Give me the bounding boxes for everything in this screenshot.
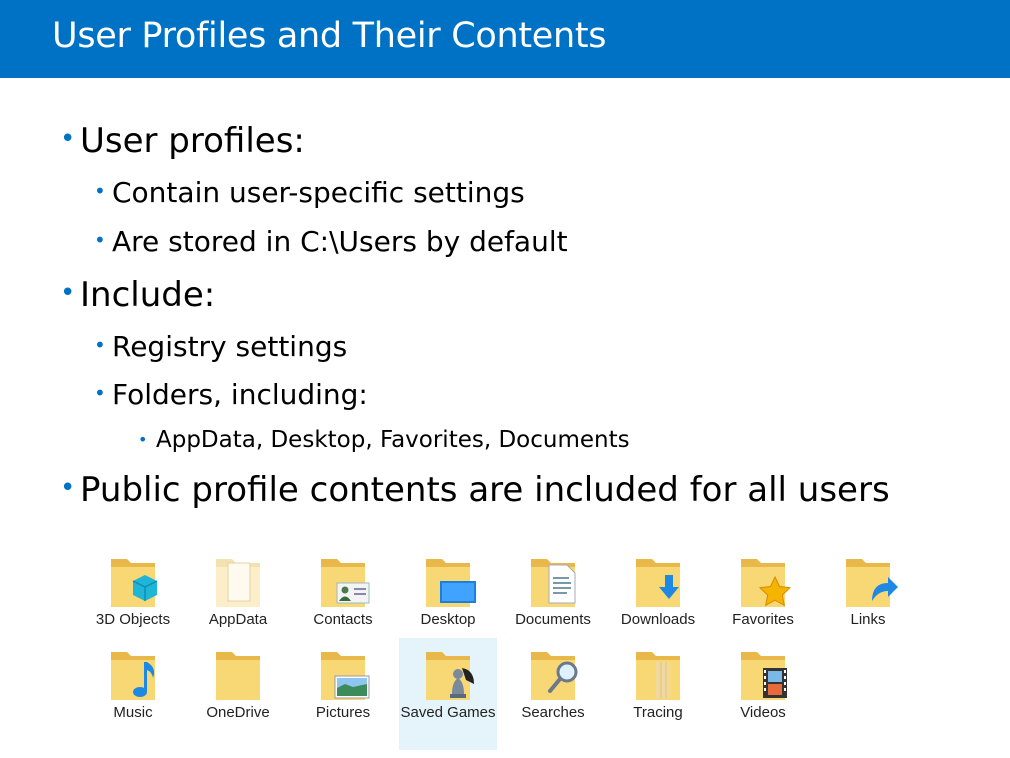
- title-bar: User Profiles and Their Contents: [0, 0, 1010, 78]
- bullet-dot-icon: •: [60, 124, 76, 154]
- bullet-dot-icon: •: [94, 179, 106, 203]
- searches-folder-icon: [531, 652, 578, 700]
- folder-label: OneDrive: [206, 704, 270, 721]
- onedrive-folder-icon: [216, 652, 260, 700]
- folder-label: Links: [850, 611, 886, 628]
- bullet-dot-icon: •: [94, 381, 106, 405]
- saved-games-folder-icon: [426, 652, 474, 700]
- pictures-folder-icon: [321, 652, 370, 700]
- favorites-folder-icon: [741, 559, 792, 607]
- slide-title: User Profiles and Their Contents: [52, 16, 607, 56]
- folder-music[interactable]: Music: [84, 638, 182, 750]
- folder-label: Searches: [521, 704, 585, 721]
- folder-label: 3D Objects: [95, 611, 171, 628]
- bullet-item: • Are stored in C:\Users by default: [94, 225, 568, 258]
- folder-label: Pictures: [315, 704, 371, 721]
- folder-videos[interactable]: Videos: [714, 638, 812, 750]
- bullet-text: AppData, Desktop, Favorites, Documents: [156, 427, 630, 453]
- appdata-folder-icon: [216, 559, 260, 607]
- downloads-folder-icon: [636, 559, 680, 607]
- folder-label: AppData: [208, 611, 268, 628]
- bullet-dot-icon: •: [138, 430, 148, 449]
- folder-label: Documents: [515, 611, 591, 628]
- folder-pictures[interactable]: Pictures: [294, 638, 392, 750]
- folder-label: Downloads: [620, 611, 696, 628]
- bullet-text: Public profile contents are included for…: [80, 470, 890, 510]
- folder-label: Videos: [740, 704, 786, 721]
- bullet-text: Folders, including:: [112, 378, 368, 411]
- bullet-dot-icon: •: [60, 278, 76, 308]
- bullet-item: • Include:: [60, 275, 216, 315]
- music-folder-icon: [111, 652, 155, 700]
- bullet-dot-icon: •: [60, 473, 76, 503]
- folder-links[interactable]: Links: [819, 545, 917, 657]
- bullet-item: • Contain user-specific settings: [94, 176, 525, 209]
- desktop-folder-icon: [426, 559, 476, 607]
- folder-label: Tracing: [633, 704, 683, 721]
- folder-label: Desktop: [420, 611, 476, 628]
- bullet-text: User profiles:: [80, 121, 305, 161]
- videos-folder-icon: [741, 652, 787, 700]
- tracing-folder-icon: [636, 652, 680, 700]
- bullet-dot-icon: •: [94, 333, 106, 357]
- links-folder-icon: [846, 559, 898, 607]
- bullet-text: Are stored in C:\Users by default: [112, 225, 568, 258]
- folder-label: Music: [113, 704, 153, 721]
- bullet-item: • Public profile contents are included f…: [60, 470, 890, 510]
- 3d-objects-folder-icon: [111, 559, 158, 607]
- bullet-text: Contain user-specific settings: [112, 176, 525, 209]
- folder-saved-games[interactable]: Saved Games: [399, 638, 497, 750]
- folder-onedrive[interactable]: OneDrive: [189, 638, 287, 750]
- bullet-text: Include:: [80, 275, 216, 315]
- bullet-item: • Registry settings: [94, 330, 348, 363]
- bullet-item: • Folders, including:: [94, 378, 368, 411]
- folder-label: Contacts: [313, 611, 373, 628]
- contacts-folder-icon: [321, 559, 370, 607]
- folder-tracing[interactable]: Tracing: [609, 638, 707, 750]
- folder-label: Favorites: [732, 611, 794, 628]
- bullet-dot-icon: •: [94, 228, 106, 252]
- folder-label: Saved Games: [400, 704, 496, 721]
- bullet-text: Registry settings: [112, 330, 348, 363]
- folder-searches[interactable]: Searches: [504, 638, 602, 750]
- bullet-item: • User profiles:: [60, 121, 305, 161]
- documents-folder-icon: [531, 559, 576, 607]
- bullet-item: • AppData, Desktop, Favorites, Documents: [138, 427, 630, 453]
